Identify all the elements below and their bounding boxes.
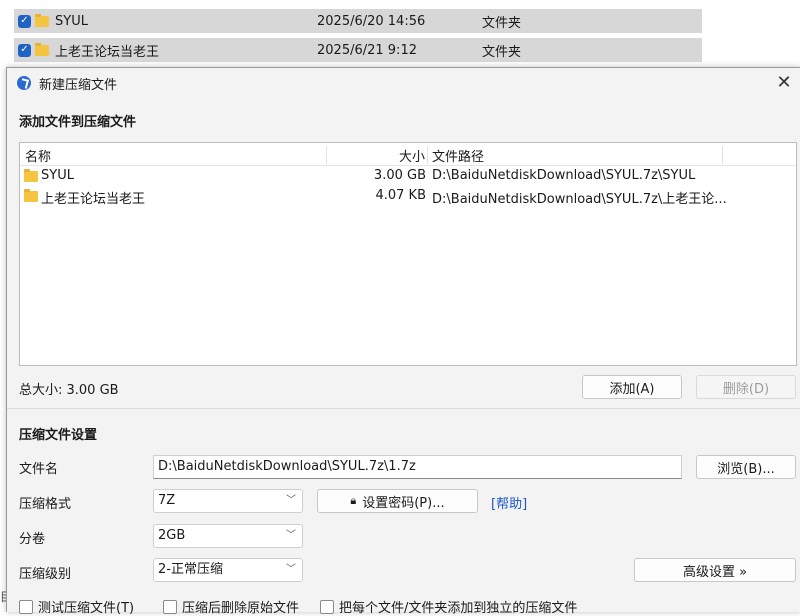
file-name: SYUL [41, 168, 74, 183]
separate-archives-label: 把每个文件/文件夹添加到独立的压缩文件 [339, 601, 578, 616]
help-link[interactable]: [帮助] [491, 493, 527, 512]
explorer-row-date: 2025/6/21 9:12 [317, 42, 417, 58]
section-divider [7, 408, 800, 409]
file-list-row[interactable]: 上老王论坛当老王 4.07 KB D:\BaiduNetdiskDownload… [20, 186, 796, 207]
archive-settings-section-title: 压缩文件设置 [19, 428, 98, 443]
checkbox-icon[interactable] [19, 599, 33, 614]
explorer-row-date: 2025/6/20 14:56 [317, 13, 426, 29]
format-label: 压缩格式 [19, 497, 72, 512]
column-header-size[interactable]: 大小 [399, 146, 425, 165]
filename-input[interactable]: D:\BaiduNetdiskDownload\SYUL.7z\1.7z [153, 455, 682, 479]
file-size: 4.07 KB [375, 188, 426, 203]
new-archive-dialog: 新建压缩文件 ✕ 添加文件到压缩文件 名称 大小 文件路径 SYUL 3.00 … [6, 67, 800, 616]
lock-icon: 🔒︎ [350, 494, 357, 507]
explorer-row-laowang[interactable]: ✓ 上老王论坛当老王 2025/6/21 9:12 文件夹 [14, 38, 702, 62]
explorer-row-name: 上老王论坛当老王 [55, 44, 160, 60]
test-archive-label: 测试压缩文件(T) [38, 601, 135, 616]
column-divider[interactable] [326, 146, 327, 164]
file-list[interactable]: 名称 大小 文件路径 SYUL 3.00 GB D:\BaiduNetdiskD… [19, 142, 797, 366]
browse-button[interactable]: 浏览(B)... [696, 455, 796, 479]
format-select[interactable]: 7Z ﹀ [153, 489, 303, 513]
file-name: 上老王论坛当老王 [41, 192, 146, 207]
volume-value: 2GB [158, 528, 186, 543]
folder-icon [35, 13, 49, 27]
title-bar[interactable]: 新建压缩文件 ✕ [7, 68, 800, 98]
folder-icon [24, 169, 38, 182]
explorer-row-type: 文件夹 [482, 15, 522, 31]
format-value: 7Z [158, 493, 176, 508]
delete-after-option[interactable]: 压缩后删除原始文件 [163, 597, 299, 616]
compression-level-label: 压缩级别 [19, 567, 72, 582]
explorer-row-name: SYUL [55, 13, 88, 29]
total-size-text: 总大小: 3.00 GB [19, 383, 119, 398]
checkbox-checked-icon[interactable]: ✓ [18, 14, 31, 28]
explorer-row-syul[interactable]: ✓ SYUL 2025/6/20 14:56 文件夹 [14, 9, 702, 33]
file-list-header: 名称 大小 文件路径 [20, 143, 796, 166]
file-list-row[interactable]: SYUL 3.00 GB D:\BaiduNetdiskDownload\SYU… [20, 166, 796, 186]
explorer-row-type: 文件夹 [482, 44, 522, 60]
folder-icon [35, 42, 49, 56]
volume-label: 分卷 [19, 532, 46, 547]
dialog-title: 新建压缩文件 [39, 77, 118, 93]
filename-label: 文件名 [19, 462, 59, 477]
checkbox-icon[interactable] [320, 599, 334, 614]
delete-button[interactable]: 删除(D) [696, 375, 796, 399]
test-archive-option[interactable]: 测试压缩文件(T) [19, 597, 134, 616]
chevron-down-icon: ﹀ [286, 495, 296, 506]
volume-select[interactable]: 2GB ﹀ [153, 524, 303, 548]
folder-icon [24, 189, 38, 202]
advanced-settings-button[interactable]: 高级设置 » [634, 558, 796, 582]
file-size: 3.00 GB [373, 168, 426, 183]
column-header-path[interactable]: 文件路径 [432, 146, 484, 165]
chevron-down-icon: ﹀ [286, 530, 296, 541]
file-path: D:\BaiduNetdiskDownload\SYUL.7z\SYUL [432, 168, 696, 183]
compression-level-value: 2-正常压缩 [158, 562, 223, 577]
close-icon[interactable]: ✕ [773, 72, 795, 94]
set-password-button[interactable]: 🔒︎ 设置密码(P)... [317, 489, 478, 513]
add-files-section-title: 添加文件到压缩文件 [19, 115, 137, 130]
column-divider[interactable] [427, 146, 428, 164]
column-header-name[interactable]: 名称 [25, 146, 51, 165]
checkbox-icon[interactable] [163, 599, 177, 614]
app-logo-icon [17, 76, 31, 90]
file-path: D:\BaiduNetdiskDownload\SYUL.7z\上老王论... [432, 192, 727, 207]
add-button[interactable]: 添加(A) [582, 375, 682, 399]
separate-archives-option[interactable]: 把每个文件/文件夹添加到独立的压缩文件 [320, 597, 577, 616]
chevron-down-icon: ﹀ [286, 564, 296, 575]
compression-level-select[interactable]: 2-正常压缩 ﹀ [153, 558, 303, 582]
set-password-label: 设置密码(P)... [362, 495, 445, 511]
checkbox-checked-icon[interactable]: ✓ [18, 43, 31, 57]
column-divider[interactable] [722, 146, 723, 164]
delete-after-label: 压缩后删除原始文件 [182, 601, 300, 616]
